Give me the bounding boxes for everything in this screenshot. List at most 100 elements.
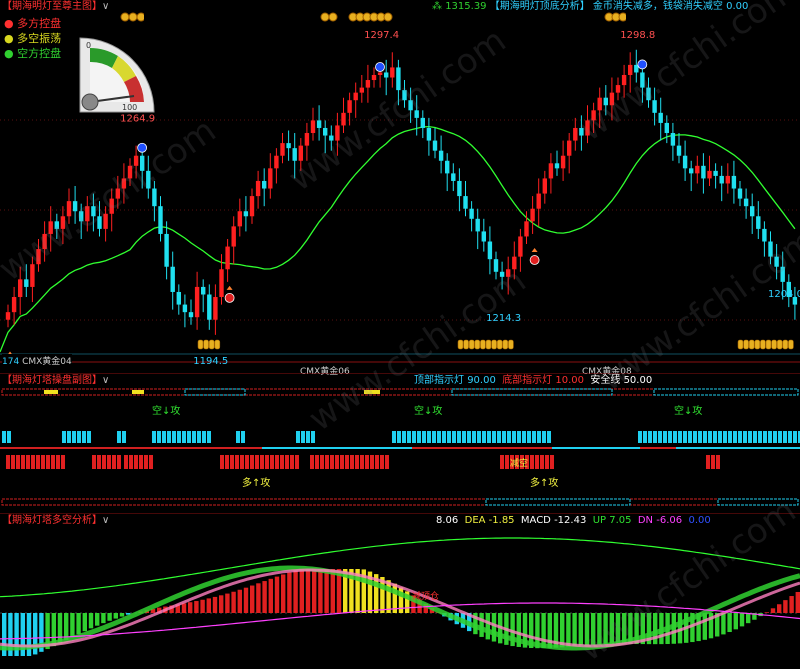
moving-average-line xyxy=(0,127,795,352)
candle-body xyxy=(305,133,309,146)
bear-bar xyxy=(673,431,677,443)
candle-body xyxy=(183,305,187,313)
bear-bar xyxy=(643,431,647,443)
candle-body xyxy=(585,120,589,135)
candle-body xyxy=(341,113,345,126)
indicator-row xyxy=(654,389,798,395)
bear-bar xyxy=(192,431,196,443)
histogram-bar xyxy=(64,613,68,640)
bear-bar xyxy=(162,431,166,443)
histogram-bar xyxy=(293,571,297,613)
bull-bar xyxy=(16,455,20,469)
money-bag-icon xyxy=(760,340,765,349)
money-bag-icon xyxy=(475,340,480,349)
histogram-bar xyxy=(219,595,223,613)
money-bag-icon xyxy=(755,340,760,349)
main-panel-title[interactable]: 【期海明灯至尊主图】∨ xyxy=(2,0,109,14)
histogram-bar xyxy=(200,600,204,613)
bear-bar xyxy=(547,431,551,443)
candle-body xyxy=(250,196,254,216)
bear-bar xyxy=(172,431,176,443)
histogram-bar xyxy=(188,602,192,613)
bull-bar xyxy=(335,455,339,469)
bear-bar xyxy=(778,431,782,443)
bear-bar xyxy=(87,431,91,443)
bull-bar xyxy=(260,455,264,469)
main-info-bar: ⁂ 1315.39 【期海明灯顶底分析】 金币消失减多，钱袋消失减空 0.00 xyxy=(432,0,748,14)
duo-label: 多↑攻 xyxy=(530,474,558,489)
histogram-bar xyxy=(789,596,793,613)
histogram-bar xyxy=(281,574,285,613)
candle-body xyxy=(445,161,449,174)
bear-bar xyxy=(773,431,777,443)
bear-bar xyxy=(517,431,521,443)
bear-bar xyxy=(82,431,86,443)
candle-body xyxy=(537,194,541,209)
candle-body xyxy=(225,247,229,270)
bear-bar xyxy=(187,431,191,443)
candle-body xyxy=(451,173,455,181)
bull-bar xyxy=(505,455,509,469)
bear-bar xyxy=(653,431,657,443)
histogram-bar xyxy=(89,613,93,628)
histogram-bar xyxy=(107,613,111,621)
histogram-bar xyxy=(566,613,570,647)
bull-bar xyxy=(385,455,389,469)
bear-bar xyxy=(708,431,712,443)
histogram-bar xyxy=(231,592,235,613)
bull-bar xyxy=(61,455,65,469)
indicator-row xyxy=(2,389,798,395)
bear-bar xyxy=(447,431,451,443)
candle-body xyxy=(549,163,553,178)
bear-bar xyxy=(698,431,702,443)
histogram-bar xyxy=(783,600,787,613)
candle-body xyxy=(24,279,28,287)
candle-body xyxy=(195,287,199,317)
bull-bar xyxy=(144,455,148,469)
candle-body xyxy=(488,242,492,260)
candle-body xyxy=(140,156,144,171)
candle-body xyxy=(689,168,693,173)
candle-body xyxy=(408,100,412,110)
bear-bar xyxy=(152,431,156,443)
bull-bar xyxy=(102,455,106,469)
candle-body xyxy=(201,287,205,295)
candle-body xyxy=(323,128,327,136)
bear-bar xyxy=(678,431,682,443)
candle-body xyxy=(384,72,388,77)
bull-bar xyxy=(51,455,55,469)
money-bag-icon xyxy=(215,340,220,349)
money-bag-icon xyxy=(508,340,513,349)
candle-body xyxy=(12,297,16,312)
candle-body xyxy=(347,100,351,113)
bull-bar xyxy=(535,455,539,469)
bull-bar xyxy=(230,455,234,469)
bull-bar xyxy=(530,455,534,469)
candle-body xyxy=(756,216,760,229)
candle-body xyxy=(232,226,236,246)
bear-bar xyxy=(72,431,76,443)
money-bag-icon xyxy=(480,340,485,349)
candle-body xyxy=(91,206,95,216)
candle-body xyxy=(378,72,382,75)
bull-bar xyxy=(706,455,710,469)
coin-icon xyxy=(348,12,394,25)
candle-body xyxy=(396,67,400,90)
price-label: 1214.3 xyxy=(486,313,521,324)
histogram-bar xyxy=(318,569,322,613)
candle-body xyxy=(128,166,132,179)
histogram-bar xyxy=(306,569,310,613)
bear-bar xyxy=(467,431,471,443)
histogram-bar xyxy=(287,572,291,613)
bull-bar xyxy=(31,455,35,469)
bear-bar xyxy=(527,431,531,443)
indicator-row xyxy=(486,499,630,505)
bottom-panel-title[interactable]: 【期海灯塔多空分析】∨ xyxy=(2,514,109,528)
bear-bar xyxy=(157,431,161,443)
histogram-bar xyxy=(703,613,707,640)
month-label: 174 CMX黄金04 xyxy=(2,354,72,367)
mid-panel-title[interactable]: 【期海灯塔操盘副图】∨ xyxy=(2,374,109,388)
gauge-min: 0 xyxy=(86,41,91,50)
bear-bar xyxy=(688,431,692,443)
money-bag-icon xyxy=(766,340,771,349)
